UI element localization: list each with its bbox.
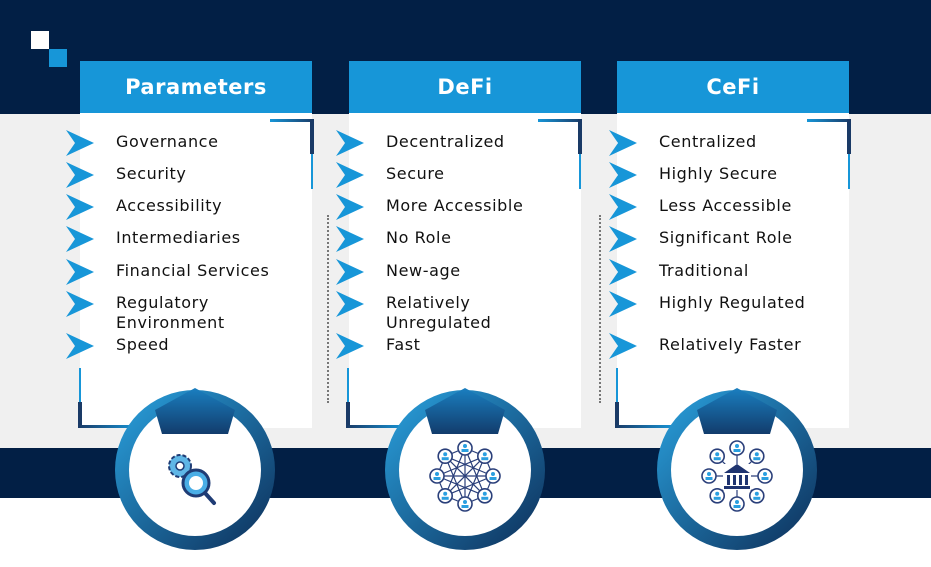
list-item: Regulatory Environment — [66, 291, 256, 333]
list-item-label: Security — [116, 164, 187, 183]
list-item: New-age — [336, 259, 461, 285]
list-item-label: More Accessible — [386, 196, 524, 215]
list-item-label: Less Accessible — [659, 196, 792, 215]
list-item: Relatively Faster — [609, 333, 801, 359]
list-item-label: Financial Services — [116, 261, 270, 280]
chevron-right-icon — [66, 291, 94, 317]
list-item: Centralized — [609, 130, 757, 156]
bank-icon — [723, 464, 751, 490]
list-item-label: Traditional — [659, 261, 749, 280]
decentralized-network-icon — [429, 440, 501, 512]
list-item-label: Governance — [116, 132, 219, 151]
list-item-label: New-age — [386, 261, 461, 280]
list-item: Less Accessible — [609, 194, 792, 220]
chevron-right-icon — [336, 226, 364, 252]
list-item: Speed — [66, 333, 169, 359]
chevron-right-icon — [66, 130, 94, 156]
column-header: Parameters — [80, 61, 312, 113]
user-node-icon — [709, 448, 726, 465]
chevron-right-icon — [66, 259, 94, 285]
chevron-right-icon — [66, 162, 94, 188]
dotted-separator — [327, 215, 331, 403]
chevron-right-icon — [609, 259, 637, 285]
chevron-right-icon — [66, 226, 94, 252]
user-node-icon — [476, 448, 493, 465]
chevron-right-icon — [336, 162, 364, 188]
chevron-right-icon — [609, 333, 637, 359]
medal-frame — [115, 388, 275, 550]
list-item-label: Relatively Unregulated — [386, 293, 492, 332]
chevron-right-icon — [336, 333, 364, 359]
list-item: Security — [66, 162, 187, 188]
chevron-right-icon — [336, 194, 364, 220]
list-item: Accessibility — [66, 194, 222, 220]
user-node-icon — [437, 448, 454, 465]
chevron-right-icon — [609, 194, 637, 220]
decorative-square-white — [31, 31, 49, 49]
list-item-label: Highly Secure — [659, 164, 778, 183]
medal-frame — [385, 388, 545, 550]
medal-parameters — [110, 388, 280, 563]
corner-bracket-top-right — [801, 119, 851, 194]
decorative-square-blue — [49, 49, 67, 67]
column-header: CeFi — [617, 61, 849, 113]
list-item-label: No Role — [386, 228, 452, 247]
list-item: Relatively Unregulated — [336, 291, 526, 333]
medal-frame — [657, 388, 817, 550]
chevron-right-icon — [609, 291, 637, 317]
list-item-label: Intermediaries — [116, 228, 241, 247]
list-item: Traditional — [609, 259, 749, 285]
list-item: Fast — [336, 333, 421, 359]
medal-cefi — [652, 388, 822, 563]
chevron-right-icon — [66, 194, 94, 220]
list-item-label: Centralized — [659, 132, 757, 151]
list-item: Highly Regulated — [609, 291, 805, 317]
list-item: Secure — [336, 162, 445, 188]
list-item-label: Decentralized — [386, 132, 505, 151]
list-item: Governance — [66, 130, 219, 156]
list-item-label: Accessibility — [116, 196, 223, 215]
list-item-label: Highly Regulated — [659, 293, 806, 312]
column-header: DeFi — [349, 61, 581, 113]
chevron-right-icon — [66, 333, 94, 359]
list-item-label: Speed — [116, 335, 170, 354]
list-item-label: Significant Role — [659, 228, 793, 247]
list-item: Decentralized — [336, 130, 505, 156]
chevron-right-icon — [609, 130, 637, 156]
chevron-right-icon — [336, 259, 364, 285]
corner-bracket-top-right — [532, 119, 582, 194]
medal-defi — [380, 388, 550, 563]
chevron-right-icon — [336, 130, 364, 156]
centralized-bank-network-icon — [701, 440, 773, 512]
dotted-separator — [599, 215, 603, 403]
list-item: More Accessible — [336, 194, 523, 220]
list-item-label: Secure — [386, 164, 445, 183]
list-item: Significant Role — [609, 226, 793, 252]
list-item-label: Regulatory Environment — [116, 293, 225, 332]
list-item: Intermediaries — [66, 226, 241, 252]
chevron-right-icon — [609, 226, 637, 252]
list-item: Highly Secure — [609, 162, 778, 188]
list-item: No Role — [336, 226, 452, 252]
list-item-label: Fast — [386, 335, 421, 354]
chevron-right-icon — [609, 162, 637, 188]
list-item-label: Relatively Faster — [659, 335, 802, 354]
corner-bracket-top-right — [264, 119, 314, 194]
chevron-right-icon — [336, 291, 364, 317]
user-node-icon — [748, 448, 765, 465]
list-item: Financial Services — [66, 259, 269, 285]
